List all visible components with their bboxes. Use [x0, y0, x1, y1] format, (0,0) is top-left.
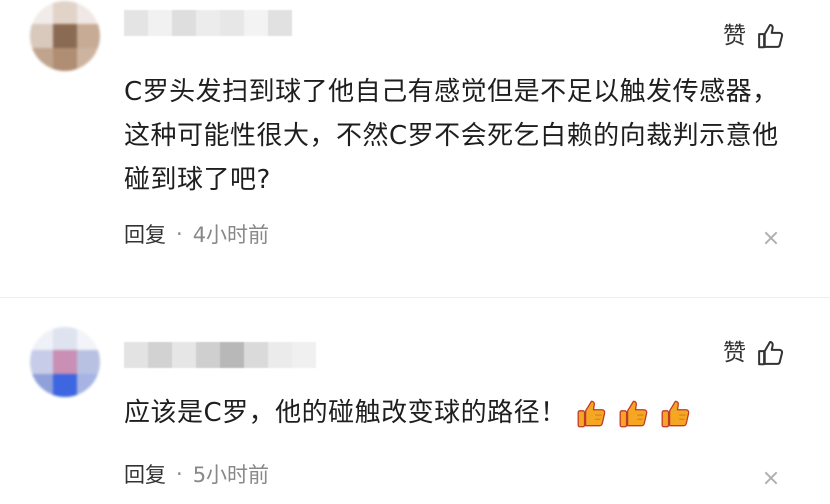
comment-text: C罗头发扫到球了他自己有感觉但是不足以触发传感器，这种可能性很大，不然C罗不会死…: [124, 77, 779, 195]
username[interactable]: [124, 10, 292, 36]
avatar[interactable]: [30, 327, 100, 397]
timestamp: 5小时前: [192, 463, 270, 487]
like-label: 赞: [723, 340, 746, 366]
like-button[interactable]: 赞: [723, 338, 786, 368]
thumbs-up-icon: [758, 24, 784, 49]
thumbs-up-emoji: [577, 400, 606, 427]
comment-text-content: 应该是C罗，他的碰触改变球的路径！: [124, 398, 567, 428]
thumbs-up-emoji: [619, 400, 648, 427]
emoji-group: [575, 397, 693, 431]
comment-item: 赞 C罗头发扫到球了他自己有感觉但是不足以触发传感器，这种可能性很大，不然C罗不…: [0, 0, 830, 295]
separator: ·: [176, 222, 183, 246]
separator: ·: [176, 462, 183, 486]
close-icon[interactable]: [764, 231, 778, 245]
close-icon[interactable]: [764, 471, 778, 485]
thumbs-up-emoji: [661, 400, 690, 427]
username[interactable]: [124, 342, 316, 368]
divider: [0, 297, 830, 298]
reply-button[interactable]: 回复: [124, 459, 166, 489]
comment-text: 应该是C罗，他的碰触改变球的路径！: [124, 391, 784, 435]
comment-meta: 回复 · 5小时前: [124, 459, 269, 489]
reply-button[interactable]: 回复: [124, 219, 166, 249]
timestamp: 4小时前: [192, 223, 270, 247]
comment-item: 应该是C罗，他的碰触改变球的路径！ 回复 · 5小时前: [0, 305, 830, 504]
thumbs-up-icon: [758, 341, 784, 366]
like-label: 赞: [723, 23, 746, 49]
avatar[interactable]: [30, 1, 100, 71]
like-button[interactable]: 赞: [723, 21, 786, 51]
comment-meta: 回复 · 4小时前: [124, 219, 269, 249]
